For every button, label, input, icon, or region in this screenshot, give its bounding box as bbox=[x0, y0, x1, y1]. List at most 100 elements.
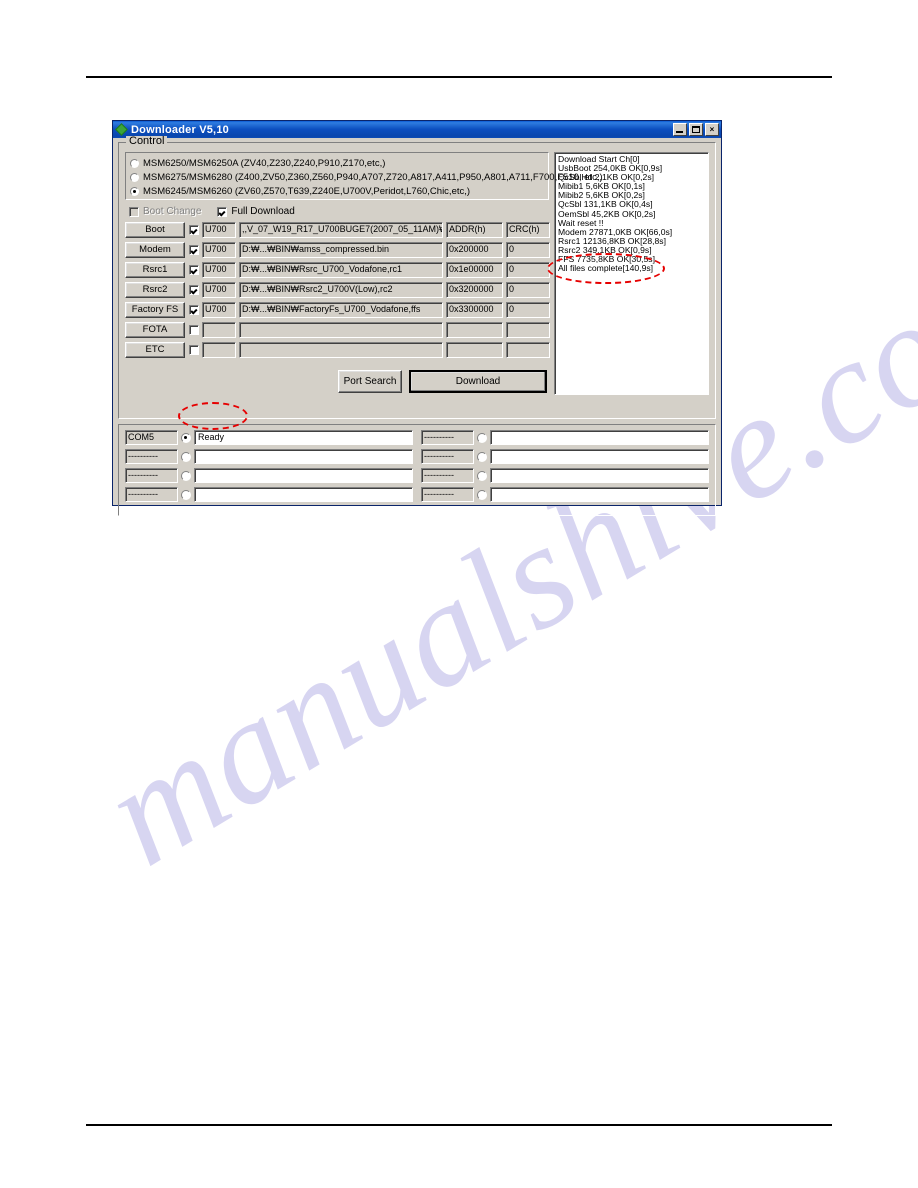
status-message bbox=[490, 449, 709, 464]
status-cell: ---------- bbox=[421, 468, 709, 483]
status-radio-icon[interactable] bbox=[181, 432, 191, 443]
fota-path-field[interactable] bbox=[239, 322, 443, 338]
etc-crc-field[interactable] bbox=[506, 342, 550, 358]
factory-fs-row-checkbox[interactable] bbox=[189, 305, 199, 315]
factory-fs-path-field[interactable]: D:₩...₩BIN₩FactoryFs_U700_Vodafone,ffs bbox=[239, 302, 443, 318]
status-group: COM5 Ready ---------- ---------- -------… bbox=[118, 424, 716, 516]
window-titlebar: Downloader V5,10 × bbox=[113, 121, 721, 138]
log-line: All files complete[140,9s] bbox=[558, 263, 654, 274]
page-header-rule bbox=[86, 76, 832, 78]
control-group: Control MSM6250/MSM6250A (ZV40,Z230,Z240… bbox=[118, 136, 716, 419]
status-cell: ---------- bbox=[421, 449, 709, 464]
modem-addr-field[interactable]: 0x200000 bbox=[446, 242, 503, 258]
factory-fs-button[interactable]: Factory FS bbox=[125, 302, 185, 318]
action-row: Port Search Download bbox=[125, 370, 549, 393]
status-radio-icon[interactable] bbox=[181, 470, 191, 481]
status-radio-icon[interactable] bbox=[477, 451, 487, 462]
file-row: ETC bbox=[125, 341, 550, 359]
status-cell: ---------- bbox=[125, 468, 413, 483]
status-port-label: ---------- bbox=[125, 449, 178, 464]
rsrc1-button[interactable]: Rsrc1 bbox=[125, 262, 185, 278]
status-port-label: ---------- bbox=[421, 449, 474, 464]
status-message: Ready bbox=[194, 430, 413, 445]
status-port-label: ---------- bbox=[421, 487, 474, 502]
model-option-1[interactable]: MSM6275/MSM6280 (Z400,ZV50,Z360,Z560,P94… bbox=[130, 170, 603, 184]
options-row: Boot Change Full Download bbox=[129, 203, 549, 220]
boot-path-field[interactable]: ,,V_07_W19_R17_U700BUGE7(2007_05_11AM)₩B… bbox=[239, 222, 443, 238]
rsrc2-device-field[interactable]: U700 bbox=[202, 282, 236, 298]
file-row: FOTA bbox=[125, 321, 550, 339]
status-radio-icon[interactable] bbox=[181, 489, 191, 500]
modem-row-checkbox[interactable] bbox=[189, 245, 199, 255]
etc-button[interactable]: ETC bbox=[125, 342, 185, 358]
rsrc1-path-field[interactable]: D:₩...₩BIN₩Rsrc_U700_Vodafone,rc1 bbox=[239, 262, 443, 278]
radio-icon[interactable] bbox=[130, 172, 139, 182]
rsrc2-path-field[interactable]: D:₩...₩BIN₩Rsrc2_U700V(Low),rc2 bbox=[239, 282, 443, 298]
factory-fs-device-field[interactable]: U700 bbox=[202, 302, 236, 318]
modem-button[interactable]: Modem bbox=[125, 242, 185, 258]
boot-change-label: Boot Change bbox=[143, 206, 202, 217]
fota-addr-field[interactable] bbox=[446, 322, 503, 338]
port-search-button[interactable]: Port Search bbox=[338, 370, 402, 393]
model-option-label: MSM6245/MSM6260 (ZV60,Z570,T639,Z240E,U7… bbox=[143, 185, 471, 197]
rsrc2-button[interactable]: Rsrc2 bbox=[125, 282, 185, 298]
rsrc1-row-checkbox[interactable] bbox=[189, 265, 199, 275]
file-rows: Boot U700 ,,V_07_W19_R17_U700BUGE7(2007_… bbox=[125, 221, 550, 359]
status-radio-icon[interactable] bbox=[477, 489, 487, 500]
rsrc1-addr-field[interactable]: 0x1e00000 bbox=[446, 262, 503, 278]
status-port-label: ---------- bbox=[421, 430, 474, 445]
factory-fs-addr-field[interactable]: 0x3300000 bbox=[446, 302, 503, 318]
model-option-label: MSM6275/MSM6280 (Z400,ZV50,Z360,Z560,P94… bbox=[143, 171, 603, 183]
minimize-icon[interactable] bbox=[673, 123, 687, 136]
file-row: Factory FS U700 D:₩...₩BIN₩FactoryFs_U70… bbox=[125, 301, 550, 319]
boot-change-checkbox[interactable] bbox=[129, 206, 139, 217]
status-message bbox=[194, 449, 413, 464]
rsrc2-crc-field[interactable]: 0 bbox=[506, 282, 550, 298]
modem-device-field[interactable]: U700 bbox=[202, 242, 236, 258]
download-button[interactable]: Download bbox=[409, 370, 547, 393]
status-message bbox=[194, 487, 413, 502]
crc-column-header: CRC(h) bbox=[506, 222, 550, 238]
downloader-window: Downloader V5,10 × Control MSM6250/MSM62… bbox=[112, 120, 722, 516]
etc-path-field[interactable] bbox=[239, 342, 443, 358]
status-radio-icon[interactable] bbox=[477, 432, 487, 443]
status-radio-icon[interactable] bbox=[477, 470, 487, 481]
rsrc1-device-field[interactable]: U700 bbox=[202, 262, 236, 278]
etc-device-field[interactable] bbox=[202, 342, 236, 358]
fota-button[interactable]: FOTA bbox=[125, 322, 185, 338]
model-select-panel: MSM6250/MSM6250A (ZV40,Z230,Z240,P910,Z1… bbox=[125, 152, 603, 200]
watermark: manualshive.com bbox=[77, 209, 918, 1030]
rsrc2-row-checkbox[interactable] bbox=[189, 285, 199, 295]
boot-device-field[interactable]: U700 bbox=[202, 222, 236, 238]
page-footer-rule bbox=[86, 1124, 832, 1126]
rsrc2-addr-field[interactable]: 0x3200000 bbox=[446, 282, 503, 298]
log-output-panel[interactable]: Download Start Ch[0] UsbBoot 254,0KB OK[… bbox=[554, 152, 709, 395]
status-port-label: ---------- bbox=[421, 468, 474, 483]
boot-button[interactable]: Boot bbox=[125, 222, 185, 238]
etc-addr-field[interactable] bbox=[446, 342, 503, 358]
model-option-0[interactable]: MSM6250/MSM6250A (ZV40,Z230,Z240,P910,Z1… bbox=[130, 156, 544, 170]
status-cell: ---------- bbox=[125, 487, 413, 502]
etc-row-checkbox[interactable] bbox=[189, 345, 199, 355]
rsrc1-crc-field[interactable]: 0 bbox=[506, 262, 550, 278]
fota-device-field[interactable] bbox=[202, 322, 236, 338]
modem-crc-field[interactable]: 0 bbox=[506, 242, 550, 258]
status-cell: COM5 Ready bbox=[125, 430, 413, 445]
status-message bbox=[490, 487, 709, 502]
fota-crc-field[interactable] bbox=[506, 322, 550, 338]
radio-icon[interactable] bbox=[130, 186, 139, 196]
model-option-2[interactable]: MSM6245/MSM6260 (ZV60,Z570,T639,Z240E,U7… bbox=[130, 184, 544, 198]
status-radio-icon[interactable] bbox=[181, 451, 191, 462]
radio-icon[interactable] bbox=[130, 158, 139, 168]
maximize-icon[interactable] bbox=[689, 123, 703, 136]
file-row: Rsrc2 U700 D:₩...₩BIN₩Rsrc2_U700V(Low),r… bbox=[125, 281, 550, 299]
status-message bbox=[490, 430, 709, 445]
modem-path-field[interactable]: D:₩...₩BIN₩amss_compressed.bin bbox=[239, 242, 443, 258]
full-download-checkbox[interactable] bbox=[217, 206, 228, 217]
boot-row-checkbox[interactable] bbox=[189, 225, 199, 235]
close-icon[interactable]: × bbox=[705, 123, 719, 136]
fota-row-checkbox[interactable] bbox=[189, 325, 199, 335]
app-diamond-icon bbox=[115, 122, 128, 136]
status-cell: ---------- bbox=[421, 430, 709, 445]
factory-fs-crc-field[interactable]: 0 bbox=[506, 302, 550, 318]
